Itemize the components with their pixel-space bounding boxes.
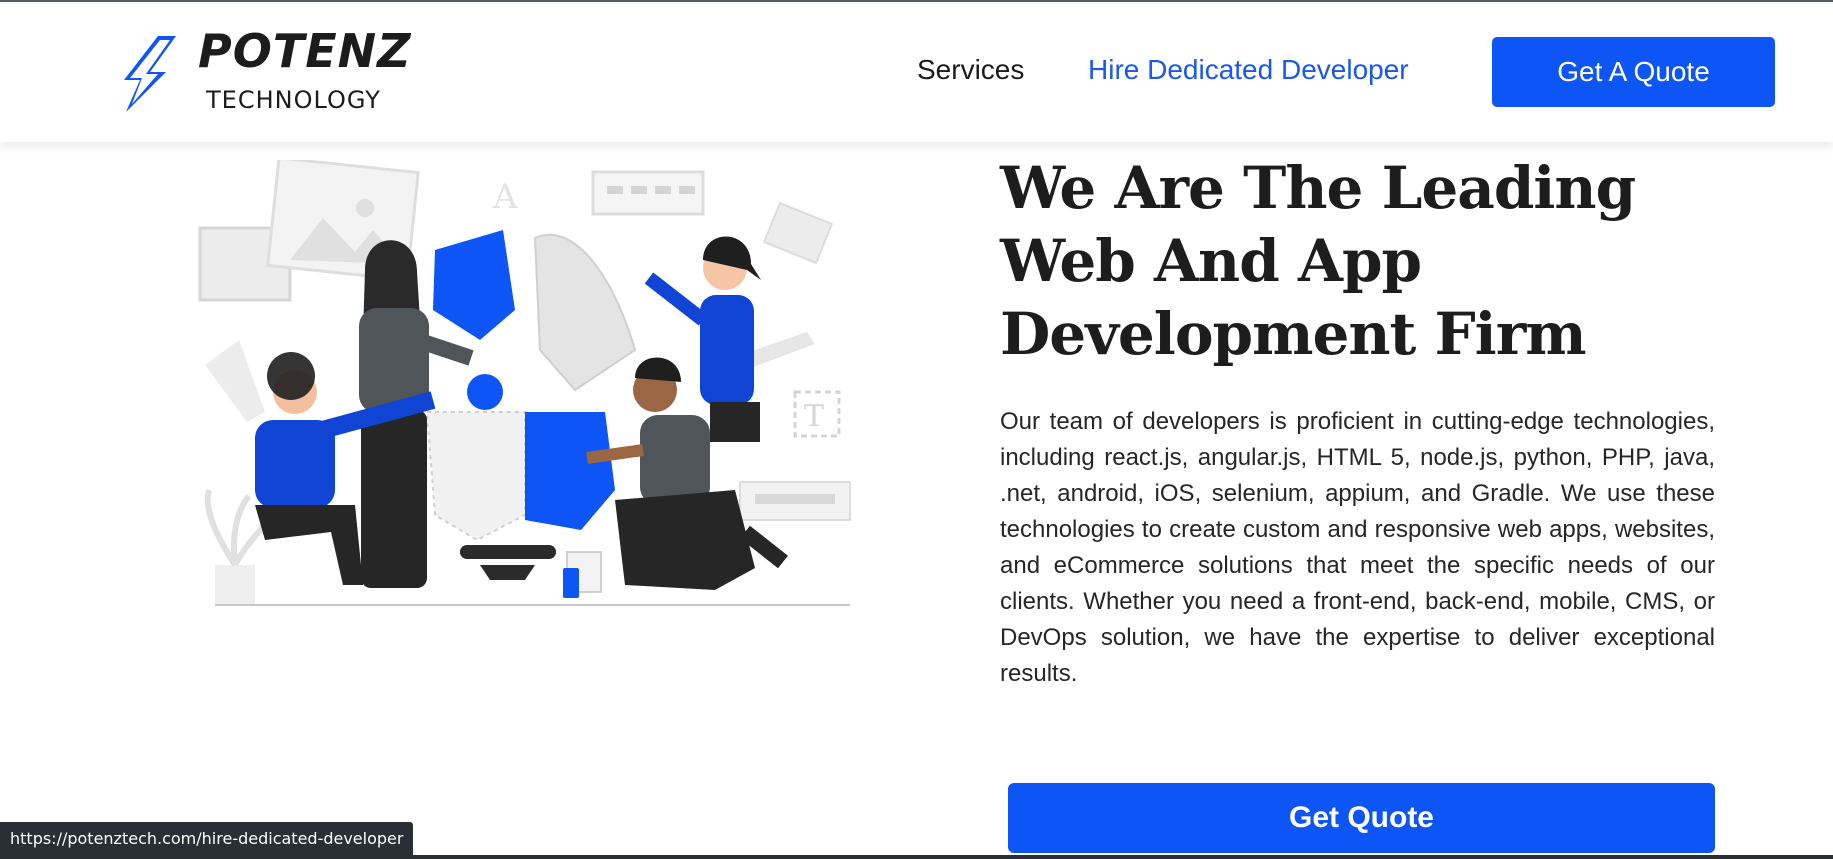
site-header: POTENZ TECHNOLOGY Services Hire Dedicate…: [0, 2, 1833, 142]
logo-wordmark: POTENZ: [198, 24, 412, 78]
brand-logo[interactable]: POTENZ TECHNOLOGY: [120, 24, 420, 120]
get-quote-button[interactable]: Get Quote: [1008, 783, 1715, 853]
hero-description: Our team of developers is proficient in …: [1000, 408, 1715, 687]
lightning-bolt-icon: [124, 36, 176, 112]
link-status-tooltip: https://potenztech.com/hire-dedicated-de…: [0, 822, 414, 856]
nav-services-link[interactable]: Services: [917, 54, 1024, 86]
browser-bottom-edge: [0, 855, 1833, 859]
get-a-quote-button[interactable]: Get A Quote: [1492, 37, 1775, 107]
nav-hire-developer-link[interactable]: Hire Dedicated Developer: [1088, 54, 1409, 86]
hero-heading: We Are The Leading Web And App Developme…: [1000, 154, 1636, 368]
svg-text:A: A: [492, 177, 518, 217]
team-puzzle-illustration: A T: [198, 160, 851, 606]
logo-tagline: TECHNOLOGY: [206, 86, 381, 114]
svg-text:T: T: [804, 399, 824, 434]
